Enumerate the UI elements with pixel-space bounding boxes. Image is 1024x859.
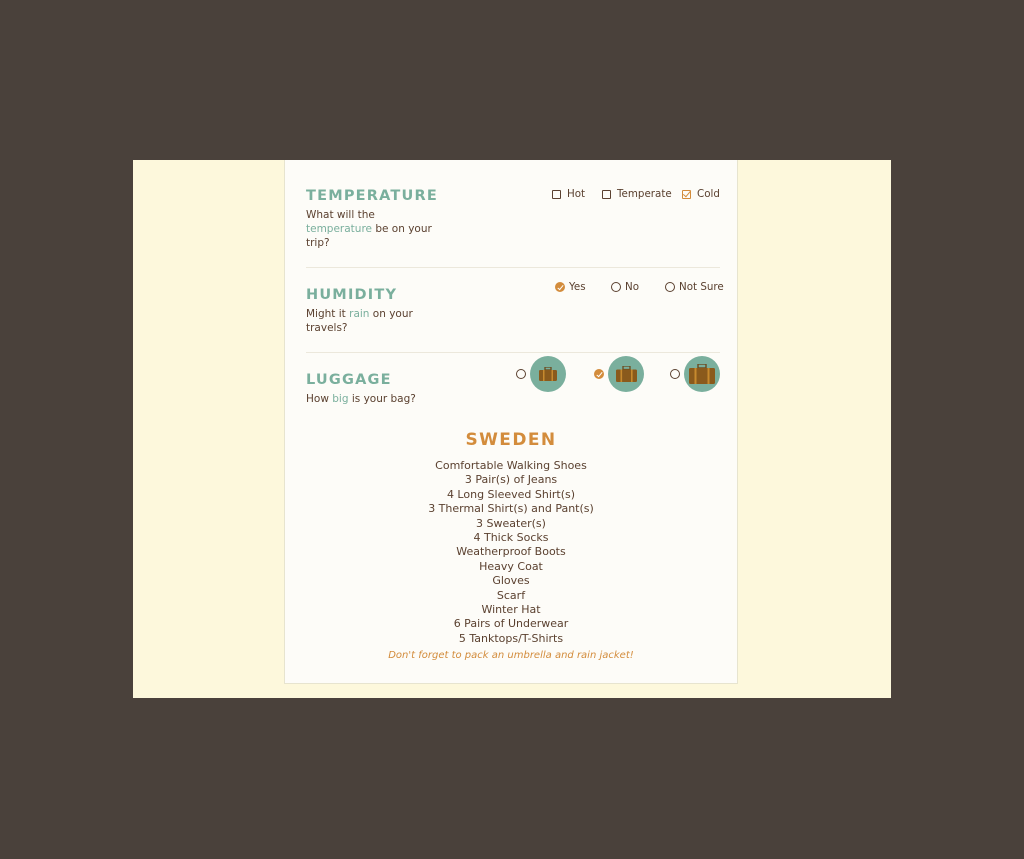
list-item: 3 Pair(s) of Jeans: [464, 473, 558, 487]
humidity-desc-text: Might it: [306, 308, 350, 320]
page-background: TEMPERATURE What will the temperature be…: [133, 160, 891, 698]
luggage-description: How big is your bag?: [306, 392, 506, 406]
temperature-description: What will the temperature be on your tri…: [306, 208, 434, 250]
luggage-desc-text-end: is your bag?: [348, 393, 416, 405]
not-sure-radio[interactable]: [665, 282, 675, 292]
cold-label: Cold: [697, 188, 720, 200]
packing-card: TEMPERATURE What will the temperature be…: [284, 160, 738, 684]
cold-checkbox[interactable]: [682, 189, 691, 199]
humidity-option-yes[interactable]: Yes: [555, 281, 586, 293]
luggage-desc-highlight: big: [332, 393, 349, 405]
list-item: Scarf: [496, 588, 526, 602]
luggage-title: LUGGAGE: [306, 372, 392, 388]
humidity-option-no[interactable]: No: [611, 281, 639, 293]
list-item: 6 Pairs of Underwear: [453, 617, 569, 631]
small-bag-radio[interactable]: [516, 369, 526, 379]
yes-label: Yes: [569, 281, 586, 293]
temperature-option-temperate[interactable]: Temperate: [602, 188, 672, 200]
list-item: 5 Tanktops/T-Shirts: [458, 631, 564, 645]
hot-checkbox[interactable]: [552, 189, 561, 199]
large-suitcase-icon: [684, 356, 720, 392]
luggage-option-large[interactable]: [670, 356, 720, 392]
temperate-label: Temperate: [617, 188, 672, 200]
packing-note: Don't forget to pack an umbrella and rai…: [388, 650, 634, 662]
temperate-checkbox[interactable]: [602, 189, 611, 199]
temperature-option-hot[interactable]: Hot: [552, 188, 585, 200]
temperature-desc-text: What will the: [306, 209, 375, 221]
list-item: 4 Long Sleeved Shirt(s): [446, 487, 576, 501]
humidity-description: Might it rain on your travels?: [306, 307, 434, 335]
no-label: No: [625, 281, 640, 293]
luggage-section: LUGGAGE How big is your bag?: [306, 356, 720, 412]
large-bag-radio[interactable]: [670, 369, 680, 379]
list-item: Gloves: [492, 574, 530, 588]
luggage-option-medium[interactable]: [594, 356, 644, 392]
list-item: Comfortable Walking Shoes: [435, 459, 587, 472]
hot-label: Hot: [567, 188, 586, 200]
packing-list: SWEDEN Comfortable Walking Shoes 3 Pair(…: [285, 430, 737, 661]
list-item: Weatherproof Boots: [456, 545, 566, 559]
packing-items: Comfortable Walking Shoes 3 Pair(s) of J…: [285, 459, 737, 646]
luggage-desc-text: How: [306, 393, 333, 405]
humidity-desc-highlight: rain: [349, 308, 370, 320]
temperature-section: TEMPERATURE What will the temperature be…: [306, 188, 720, 268]
temperature-option-cold[interactable]: Cold: [682, 188, 720, 200]
humidity-section: HUMIDITY Might it rain on your travels? …: [306, 281, 724, 353]
temperature-desc-highlight: temperature: [306, 223, 372, 235]
small-suitcase-icon: [530, 356, 566, 392]
humidity-option-not-sure[interactable]: Not Sure: [665, 281, 724, 293]
destination-country: SWEDEN: [465, 430, 557, 450]
list-item: 3 Thermal Shirt(s) and Pant(s): [428, 502, 594, 516]
list-item: 3 Sweater(s): [476, 516, 546, 530]
yes-radio[interactable]: [555, 282, 565, 292]
not-sure-label: Not Sure: [679, 281, 724, 293]
medium-bag-radio[interactable]: [594, 369, 604, 379]
luggage-option-small[interactable]: [516, 356, 566, 392]
list-item: Heavy Coat: [479, 559, 543, 573]
list-item: Winter Hat: [481, 603, 541, 617]
list-item: 4 Thick Socks: [473, 531, 549, 545]
humidity-title: HUMIDITY: [306, 287, 398, 303]
medium-suitcase-icon: [608, 356, 644, 392]
no-radio[interactable]: [611, 282, 621, 292]
